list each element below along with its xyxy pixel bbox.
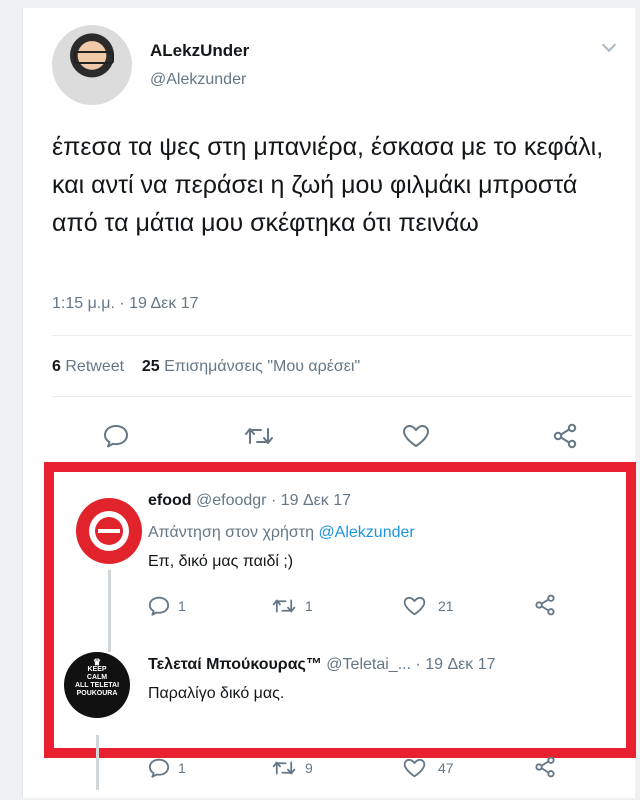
reply-header: Τελεταί Μπούκουρας™ @Teletai_... · 19 Δε… (148, 656, 496, 674)
retweet-label: Retweet (65, 358, 125, 375)
retweet-count: 6 (52, 358, 61, 375)
like-count: 25 (141, 358, 160, 375)
share-icon[interactable] (534, 594, 556, 616)
reply-icon[interactable] (148, 758, 170, 778)
avatar-text-line: POUKOURA (76, 690, 118, 697)
retweet-count: 1 (305, 598, 313, 614)
retweet-icon[interactable] (244, 425, 274, 447)
reply-icon[interactable] (103, 424, 129, 448)
retweet-icon[interactable] (272, 759, 296, 777)
share-icon[interactable] (534, 756, 556, 778)
retweet-icon[interactable] (272, 597, 296, 615)
retweet-stat[interactable]: 6 Retweet (52, 358, 124, 375)
divider (52, 396, 632, 397)
avatar-text-line: KEEP (87, 666, 107, 673)
thread-line (96, 735, 99, 790)
reply-text: Επ, δικό μας παιδί ;) (148, 553, 294, 570)
reply-to-mention[interactable]: @Alekzunder (318, 524, 414, 541)
reply-author-name[interactable]: efood (148, 492, 192, 509)
reply-handle-date[interactable]: @Teletai_... · 19 Δεκ 17 (326, 656, 495, 673)
efood-avatar[interactable] (76, 498, 142, 564)
author-avatar[interactable] (52, 25, 132, 105)
teletai-avatar[interactable]: ♛ KEEP CALM ALL TELETAI POUKOURA (64, 652, 130, 718)
like-icon[interactable] (403, 758, 426, 778)
logo-bar (98, 529, 120, 533)
like-stat[interactable]: 25 Επισημάνσεις "Μου αρέσει" (142, 358, 360, 375)
reply-count: 1 (178, 760, 186, 776)
avatar-text-line: CALM (86, 674, 108, 681)
reply-icon[interactable] (148, 596, 170, 616)
reply-to-prefix: Απάντηση στον χρήστη (148, 524, 314, 541)
divider (52, 335, 632, 336)
reply-header: efood @efoodgr · 19 Δεκ 17 (148, 492, 351, 510)
like-count: 21 (438, 598, 454, 614)
reply-author-name[interactable]: Τελεταί Μπούκουρας™ (148, 656, 322, 673)
author-handle[interactable]: @Alekzunder (150, 71, 246, 89)
tweet-timestamp[interactable]: 1:15 μ.μ. · 19 Δεκ 17 (52, 295, 199, 313)
reply-count: 1 (178, 598, 186, 614)
tweet-text: έπεσα τα ψες στη μπανιέρα, έσκασα με το … (52, 133, 604, 237)
like-icon[interactable] (402, 424, 430, 448)
like-label: Επισημάνσεις "Μου αρέσει" (164, 358, 361, 375)
author-name[interactable]: ALekzUnder (150, 41, 249, 61)
reply-handle-date[interactable]: @efoodgr · 19 Δεκ 17 (196, 492, 351, 509)
avatar-text-line: ALL TELETAI (74, 682, 120, 689)
engagement-stats: 6 Retweet 25 Επισημάνσεις "Μου αρέσει" (52, 358, 360, 376)
avatar-glasses (74, 51, 114, 64)
thread-line (108, 570, 111, 652)
reply-text: Παραλίγο δικό μας. (148, 685, 285, 702)
retweet-count: 9 (305, 760, 313, 776)
reply-to-line: Απάντηση στον χρήστη @Alekzunder (148, 524, 415, 542)
like-icon[interactable] (403, 596, 426, 616)
share-icon[interactable] (552, 423, 578, 449)
like-count: 47 (438, 760, 454, 776)
